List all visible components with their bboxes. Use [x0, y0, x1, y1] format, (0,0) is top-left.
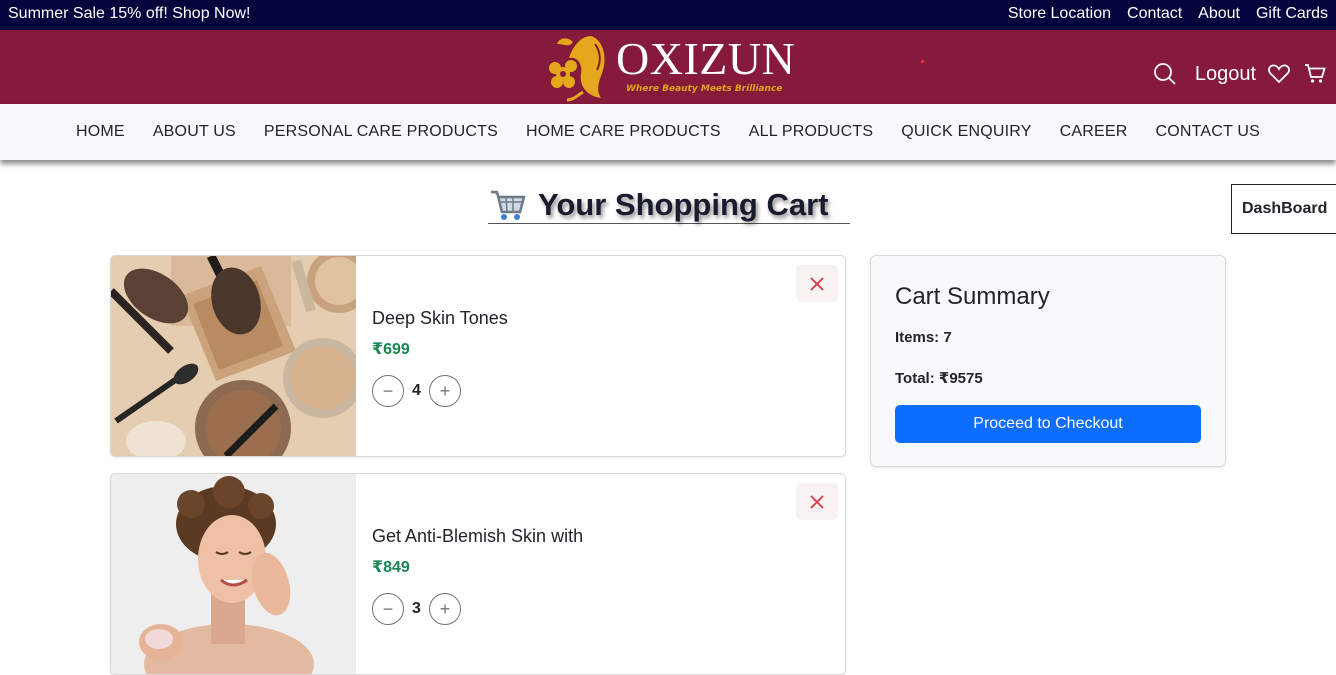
decrement-button[interactable]: − [372, 375, 404, 407]
page-title-text: Your Shopping Cart [538, 186, 829, 222]
shopping-cart-icon [491, 190, 526, 220]
cart-icon[interactable] [1304, 64, 1326, 84]
nav-quick-enquiry[interactable]: QUICK ENQUIRY [901, 123, 1031, 141]
nav-personal-care-products[interactable]: PERSONAL CARE PRODUCTS [264, 123, 498, 141]
search-icon[interactable] [1153, 62, 1177, 86]
product-name[interactable]: Get Anti-Blemish Skin with [372, 526, 583, 547]
product-price: ₹699 [372, 341, 410, 358]
dashboard-button[interactable]: DashBoard [1231, 184, 1336, 234]
cart-summary: Cart Summary Items: 7 Total: ₹9575 Proce… [870, 255, 1226, 467]
promo-bar: Summer Sale 15% off! Shop Now! Store Loc… [0, 0, 1336, 30]
store-location-link[interactable]: Store Location [1008, 5, 1111, 23]
increment-button[interactable]: + [429, 375, 461, 407]
header-actions: Logout [1153, 60, 1326, 88]
top-links: Store Location Contact About Gift Cards [1008, 5, 1328, 23]
contact-link[interactable]: Contact [1127, 5, 1182, 23]
total-amount: Total: ₹9575 [895, 370, 983, 387]
product-name[interactable]: Deep Skin Tones [372, 308, 508, 329]
nav-home[interactable]: HOME [76, 123, 125, 141]
close-icon [810, 494, 824, 509]
proceed-to-checkout-button[interactable]: Proceed to Checkout [895, 405, 1201, 443]
product-image-makeup[interactable] [111, 256, 356, 456]
quantity-value: 3 [412, 600, 421, 617]
items-count: Items: 7 [895, 329, 952, 346]
brand-tagline: Where Beauty Meets Brilliance [626, 84, 783, 94]
quantity-stepper: − 4 + [372, 375, 461, 407]
cart-item: Get Anti-Blemish Skin with ₹849 − 3 + [110, 473, 846, 675]
nav-career[interactable]: CAREER [1060, 123, 1128, 141]
product-image-woman[interactable] [111, 474, 356, 674]
heart-icon[interactable] [1268, 64, 1290, 84]
brand-name: OXIZUN [616, 33, 796, 84]
flower-lady-logo-icon [549, 36, 605, 102]
increment-button[interactable]: + [429, 593, 461, 625]
page-title: Your Shopping Cart [488, 186, 850, 224]
product-price: ₹849 [372, 559, 410, 576]
site-header: OXIZUN Where Beauty Meets Brilliance Log… [0, 30, 1336, 104]
close-icon [810, 276, 824, 291]
gift-cards-link[interactable]: Gift Cards [1256, 5, 1328, 23]
about-link[interactable]: About [1198, 5, 1240, 23]
decorative-dot [921, 60, 924, 63]
remove-item-button[interactable] [796, 265, 838, 302]
nav-home-care-products[interactable]: HOME CARE PRODUCTS [526, 123, 721, 141]
remove-item-button[interactable] [796, 483, 838, 520]
decrement-button[interactable]: − [372, 593, 404, 625]
nav-about-us[interactable]: ABOUT US [153, 123, 236, 141]
cart-item: Deep Skin Tones ₹699 − 4 + [110, 255, 846, 457]
logout-link[interactable]: Logout [1195, 63, 1256, 86]
main-nav: HOME ABOUT US PERSONAL CARE PRODUCTS HOM… [0, 104, 1336, 160]
quantity-stepper: − 3 + [372, 593, 461, 625]
quantity-value: 4 [412, 382, 421, 399]
promo-text[interactable]: Summer Sale 15% off! Shop Now! [8, 5, 251, 23]
nav-all-products[interactable]: ALL PRODUCTS [749, 123, 874, 141]
brand-logo[interactable]: OXIZUN Where Beauty Meets Brilliance [543, 30, 795, 104]
nav-contact-us[interactable]: CONTACT US [1155, 123, 1260, 141]
summary-heading: Cart Summary [895, 283, 1050, 310]
